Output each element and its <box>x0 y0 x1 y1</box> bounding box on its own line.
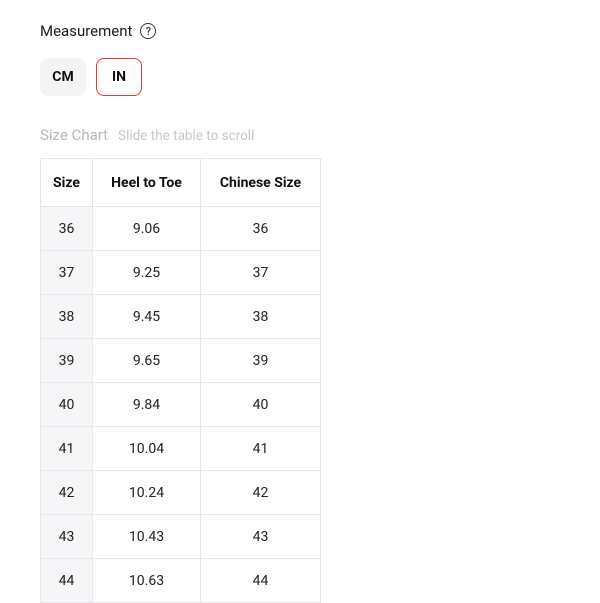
measurement-label-row: Measurement ? <box>40 22 600 40</box>
table-row: 38 9.45 38 <box>41 295 322 339</box>
cell-heel-to-toe: 10.63 <box>93 559 201 603</box>
chart-title: Size Chart <box>40 126 108 144</box>
chart-scroll-hint: Slide the table to scroll <box>118 128 254 144</box>
cell-chinese-size: 37 <box>201 251 321 295</box>
cell-chinese-size: 43 <box>201 515 321 559</box>
table-row: 41 10.04 41 <box>41 427 322 471</box>
cell-heel-to-toe: 9.65 <box>93 339 201 383</box>
cell-chinese-size: 39 <box>201 339 321 383</box>
cell-heel-to-toe: 10.24 <box>93 471 201 515</box>
chart-title-row: Size Chart Slide the table to scroll <box>40 126 600 144</box>
cell-chinese-size: 36 <box>201 207 321 251</box>
unit-toggle: CM IN <box>40 58 600 96</box>
cell-chinese-size: 42 <box>201 471 321 515</box>
table-row: 39 9.65 39 <box>41 339 322 383</box>
cell-chinese-size: 41 <box>201 427 321 471</box>
cell-size: 44 <box>41 559 93 603</box>
cell-chinese-size: 40 <box>201 383 321 427</box>
cell-size: 40 <box>41 383 93 427</box>
col-header-chinese-size: Chinese Size <box>201 159 321 207</box>
table-row: 37 9.25 37 <box>41 251 322 295</box>
table-row: 36 9.06 36 <box>41 207 322 251</box>
cell-heel-to-toe: 10.43 <box>93 515 201 559</box>
cell-size: 43 <box>41 515 93 559</box>
col-header-size: Size <box>41 159 93 207</box>
cell-heel-to-toe: 9.84 <box>93 383 201 427</box>
cell-size: 39 <box>41 339 93 383</box>
cell-heel-to-toe: 10.04 <box>93 427 201 471</box>
unit-in-button[interactable]: IN <box>96 58 142 96</box>
cell-size: 36 <box>41 207 93 251</box>
col-header-heel-to-toe: Heel to Toe <box>93 159 201 207</box>
cell-size: 42 <box>41 471 93 515</box>
cell-chinese-size: 44 <box>201 559 321 603</box>
cell-size: 41 <box>41 427 93 471</box>
cell-heel-to-toe: 9.06 <box>93 207 201 251</box>
table-header-row: Size Heel to Toe Chinese Size <box>41 159 322 207</box>
cell-heel-to-toe: 9.25 <box>93 251 201 295</box>
size-chart-panel: Measurement ? CM IN Size Chart Slide the… <box>0 0 600 603</box>
cell-size: 37 <box>41 251 93 295</box>
measurement-label: Measurement <box>40 22 132 40</box>
unit-cm-button[interactable]: CM <box>40 58 86 96</box>
table-row: 40 9.84 40 <box>41 383 322 427</box>
cell-heel-to-toe: 9.45 <box>93 295 201 339</box>
table-row: 42 10.24 42 <box>41 471 322 515</box>
cell-chinese-size: 38 <box>201 295 321 339</box>
table-row: 44 10.63 44 <box>41 559 322 603</box>
help-icon[interactable]: ? <box>140 23 156 39</box>
size-table[interactable]: Size Heel to Toe Chinese Size 36 9.06 36… <box>40 158 322 603</box>
cell-size: 38 <box>41 295 93 339</box>
table-row: 43 10.43 43 <box>41 515 322 559</box>
